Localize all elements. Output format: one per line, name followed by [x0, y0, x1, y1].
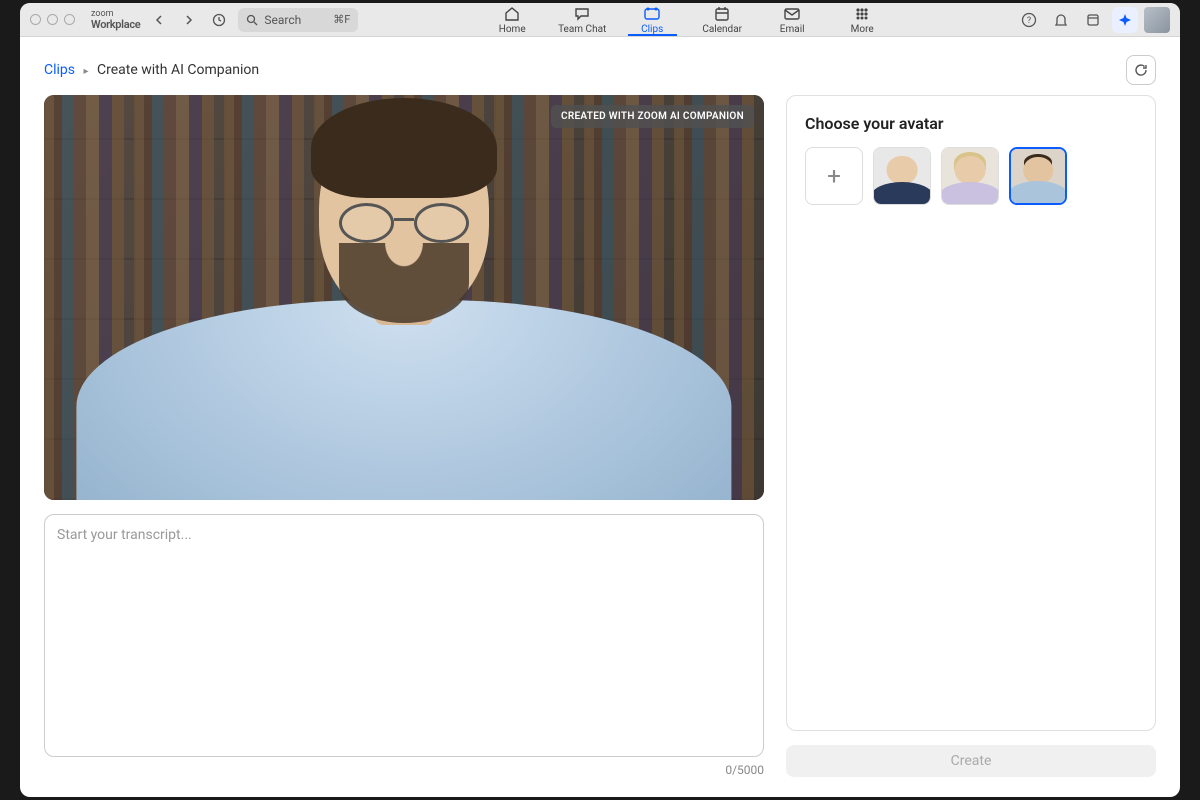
window-icon: [1085, 12, 1101, 28]
chat-icon: [573, 5, 591, 23]
svg-text:?: ?: [1027, 16, 1031, 26]
nav-forward-button[interactable]: [178, 9, 200, 31]
breadcrumb: Clips ▸ Create with AI Companion: [44, 62, 259, 78]
avatar-option-2[interactable]: [941, 147, 999, 205]
nav-back-button[interactable]: [148, 9, 170, 31]
add-avatar-button[interactable]: +: [805, 147, 863, 205]
tab-calendar[interactable]: Calendar: [687, 3, 757, 36]
sparkle-icon: [1117, 12, 1133, 28]
char-counter: 0/5000: [44, 763, 764, 777]
refresh-button[interactable]: [1126, 55, 1156, 85]
window-controls[interactable]: [30, 14, 75, 25]
tab-team-chat[interactable]: Team Chat: [547, 3, 617, 36]
chevron-right-icon: ▸: [84, 66, 89, 77]
home-icon: [503, 5, 521, 23]
breadcrumb-root[interactable]: Clips: [44, 62, 75, 78]
breadcrumb-current: Create with AI Companion: [97, 62, 259, 78]
panel-title: Choose your avatar: [805, 114, 1137, 133]
search-input[interactable]: Search ⌘F: [238, 8, 358, 32]
ai-companion-button[interactable]: [1112, 7, 1138, 33]
refresh-icon: [1134, 63, 1148, 77]
tab-email[interactable]: Email: [757, 3, 827, 36]
clips-icon: [643, 5, 661, 23]
tab-more[interactable]: More: [827, 3, 897, 36]
help-button[interactable]: ?: [1016, 7, 1042, 33]
bell-icon: [1053, 12, 1069, 28]
search-icon: [246, 14, 258, 26]
preview-badge: CREATED WITH ZOOM AI COMPANION: [551, 105, 754, 128]
avatar-preview: CREATED WITH ZOOM AI COMPANION: [44, 95, 764, 500]
app-brand: zoom Workplace: [91, 10, 140, 30]
new-window-button[interactable]: [1080, 7, 1106, 33]
help-icon: ?: [1021, 12, 1037, 28]
grid-icon: [853, 5, 871, 23]
tab-home[interactable]: Home: [477, 3, 547, 36]
search-shortcut: ⌘F: [333, 13, 350, 26]
search-placeholder: Search: [264, 13, 301, 27]
avatar-option-1[interactable]: [873, 147, 931, 205]
email-icon: [783, 5, 801, 23]
avatar-option-3[interactable]: [1009, 147, 1067, 205]
transcript-input[interactable]: [44, 514, 764, 757]
history-button[interactable]: [208, 9, 230, 31]
create-button[interactable]: Create: [786, 745, 1156, 777]
calendar-icon: [713, 5, 731, 23]
tab-clips[interactable]: Clips: [617, 3, 687, 36]
user-avatar[interactable]: [1144, 7, 1170, 33]
notifications-button[interactable]: [1048, 7, 1074, 33]
plus-icon: +: [827, 162, 841, 190]
